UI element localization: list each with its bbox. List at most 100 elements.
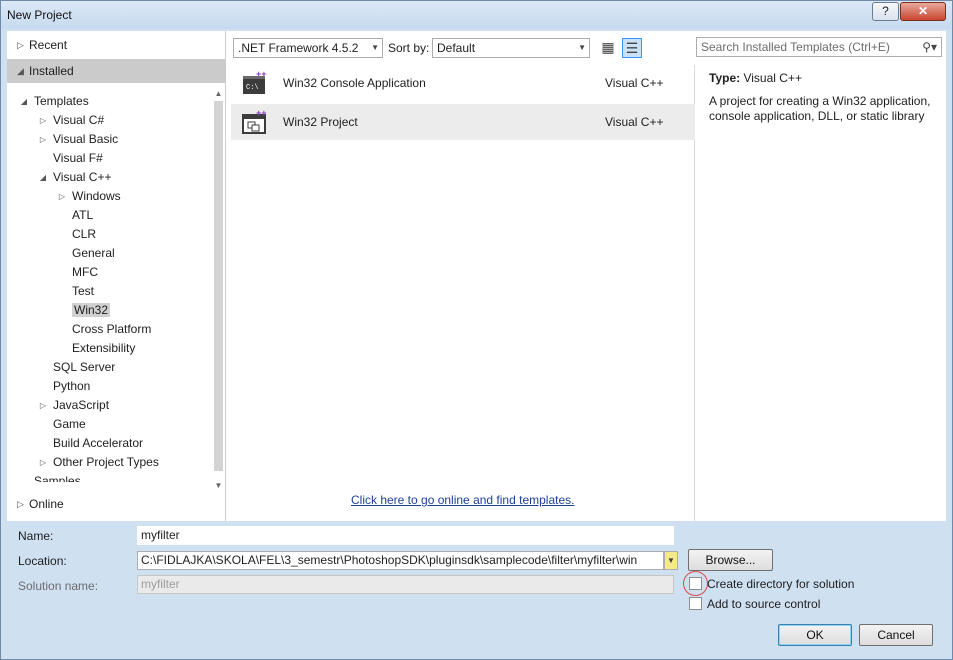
title-bar: New Project ? ✕: [1, 1, 952, 29]
tree-item-other-project-types[interactable]: ▷ Other Project Types: [40, 453, 159, 472]
tree-item-atl[interactable]: ATL: [72, 206, 93, 225]
tree-item-mfc[interactable]: MFC: [72, 263, 98, 282]
chevron-down-icon: ▼: [667, 556, 675, 565]
tree-item-label: Windows: [72, 189, 121, 203]
location-label: Location:: [18, 554, 67, 568]
template-toolbar: .NET Framework 4.5.2 ▼ Sort by: Default …: [233, 37, 693, 61]
tree-item-visual-c[interactable]: ◢ Visual C++: [40, 168, 112, 187]
solution-name-label: Solution name:: [18, 579, 99, 593]
tree-item-visual-c[interactable]: ▷ Visual C#: [40, 111, 105, 130]
chevron-down-icon[interactable]: ◢: [19, 92, 29, 111]
location-dropdown-button[interactable]: ▼: [664, 551, 678, 570]
template-details: Type: Visual C++ A project for creating …: [703, 65, 943, 515]
tree-item-label: Game: [53, 417, 86, 431]
template-list: C:\ ++ Win32 Console Application Visual …: [231, 65, 695, 521]
tree-item-label: Other Project Types: [53, 455, 159, 469]
location-input[interactable]: C:\FIDLAJKA\SKOLA\FEL\3_semestr\Photosho…: [137, 551, 664, 570]
close-button[interactable]: ✕: [900, 2, 946, 21]
tree-item-win32[interactable]: Win32: [72, 301, 111, 320]
small-icons-view-button[interactable]: ▦: [598, 38, 618, 58]
tree-item-label: Extensibility: [72, 341, 136, 355]
tree-item-python[interactable]: Python: [53, 377, 90, 396]
tree-item-label: JavaScript: [53, 398, 110, 412]
online-templates-link[interactable]: Click here to go online and find templat…: [351, 493, 574, 507]
framework-dropdown[interactable]: .NET Framework 4.5.2 ▼: [233, 38, 383, 58]
template-language: Visual C++: [605, 115, 664, 129]
list-view-icon: ☰: [625, 40, 639, 56]
create-directory-label: Create directory for solution: [707, 577, 855, 591]
tree-item-label: Test: [72, 284, 95, 298]
tree-item-build-accelerator[interactable]: Build Accelerator: [53, 434, 143, 453]
template-description: A project for creating a Win32 applicati…: [709, 94, 931, 123]
tree-item-test[interactable]: Test: [72, 282, 94, 301]
solution-name-input[interactable]: myfilter: [137, 575, 674, 594]
help-button[interactable]: ?: [872, 2, 899, 21]
tree-item-label: SQL Server: [53, 360, 116, 374]
cancel-button[interactable]: Cancel: [859, 624, 933, 646]
source-control-label: Add to source control: [707, 597, 821, 611]
list-view-button[interactable]: ☰: [622, 38, 642, 58]
tree-item-sql-server[interactable]: SQL Server: [53, 358, 115, 377]
console-app-icon: C:\ ++: [243, 70, 267, 94]
tree-item-general[interactable]: General: [72, 244, 115, 263]
tree-item-label: Visual C#: [53, 113, 105, 127]
search-input[interactable]: Search Installed Templates (Ctrl+E) ⚲▾: [696, 37, 942, 57]
tree-item-label: Visual Basic: [53, 132, 119, 146]
tree-item-label: ATL: [72, 208, 94, 222]
tree-item-javascript[interactable]: ▷ JavaScript: [40, 396, 110, 415]
chevron-right-icon: ▷: [17, 499, 24, 509]
sort-dropdown[interactable]: Default ▼: [432, 38, 590, 58]
name-label: Name:: [18, 529, 54, 543]
template-name: Win32 Project: [283, 115, 358, 129]
chevron-right-icon[interactable]: ▷: [38, 130, 48, 149]
tree-item-visual-basic[interactable]: ▷ Visual Basic: [40, 130, 119, 149]
tree-item-label: CLR: [72, 227, 97, 241]
ok-button[interactable]: OK: [778, 624, 852, 646]
chevron-right-icon[interactable]: ▷: [38, 396, 48, 415]
source-control-checkbox[interactable]: [689, 597, 702, 610]
template-item-win32-project[interactable]: ++ Win32 Project Visual C++: [231, 104, 695, 140]
template-language: Visual C++: [605, 76, 664, 90]
scroll-up-icon[interactable]: ▲: [212, 87, 225, 100]
project-settings-form: Name: myfilter Location: C:\FIDLAJKA\SKO…: [7, 522, 946, 657]
search-icon[interactable]: ⚲▾: [922, 38, 937, 56]
sort-value: Default: [437, 41, 476, 55]
tree-item-label: General: [72, 246, 115, 260]
chevron-right-icon[interactable]: ▷: [38, 111, 48, 130]
template-item-console-app[interactable]: C:\ ++ Win32 Console Application Visual …: [231, 65, 695, 101]
recent-section-header[interactable]: ▷ Recent: [7, 33, 226, 57]
framework-value: .NET Framework 4.5.2: [238, 41, 359, 55]
win32-project-icon: ++: [242, 109, 267, 134]
new-project-dialog: New Project ? ✕ ▷ Recent ◢ Installed ◢ Te…: [0, 0, 953, 660]
template-tree-pane: ▷ Recent ◢ Installed ◢ Templates ▷ Visual C…: [7, 31, 226, 521]
browse-button[interactable]: Browse...: [688, 549, 773, 571]
tree-item-windows[interactable]: ▷ Windows: [59, 187, 121, 206]
svg-text:++: ++: [256, 70, 267, 79]
template-type: Type: Visual C++: [709, 71, 802, 85]
tree-item-game[interactable]: Game: [53, 415, 86, 434]
scrollbar-thumb[interactable]: [214, 101, 223, 471]
tree-item-visual-f[interactable]: Visual F#: [53, 149, 103, 168]
tree-item-samples[interactable]: Samples: [34, 472, 81, 482]
tree-item-templates[interactable]: ◢ Templates: [21, 92, 89, 111]
svg-text:C:\: C:\: [246, 84, 259, 92]
online-section-header[interactable]: ▷ Online: [7, 492, 226, 516]
chevron-down-icon[interactable]: ◢: [38, 168, 48, 187]
installed-section-header[interactable]: ◢ Installed: [7, 59, 226, 83]
recent-label: Recent: [29, 38, 68, 52]
chevron-right-icon[interactable]: ▷: [57, 187, 67, 206]
tree-item-extensibility[interactable]: Extensibility: [72, 339, 135, 358]
tree-scrollbar[interactable]: ▲ ▼: [212, 87, 225, 492]
template-name: Win32 Console Application: [283, 76, 426, 90]
name-input[interactable]: myfilter: [137, 526, 674, 545]
window-title: New Project: [7, 8, 72, 22]
svg-text:++: ++: [256, 109, 267, 118]
chevron-right-icon: ▷: [17, 40, 24, 50]
chevron-right-icon[interactable]: ▷: [38, 453, 48, 472]
create-directory-checkbox[interactable]: [689, 577, 702, 590]
installed-label: Installed: [29, 64, 74, 78]
tree-item-clr[interactable]: CLR: [72, 225, 96, 244]
scroll-down-icon[interactable]: ▼: [212, 479, 225, 492]
type-value: Visual C++: [743, 71, 802, 85]
tree-item-cross-platform[interactable]: Cross Platform: [72, 320, 151, 339]
